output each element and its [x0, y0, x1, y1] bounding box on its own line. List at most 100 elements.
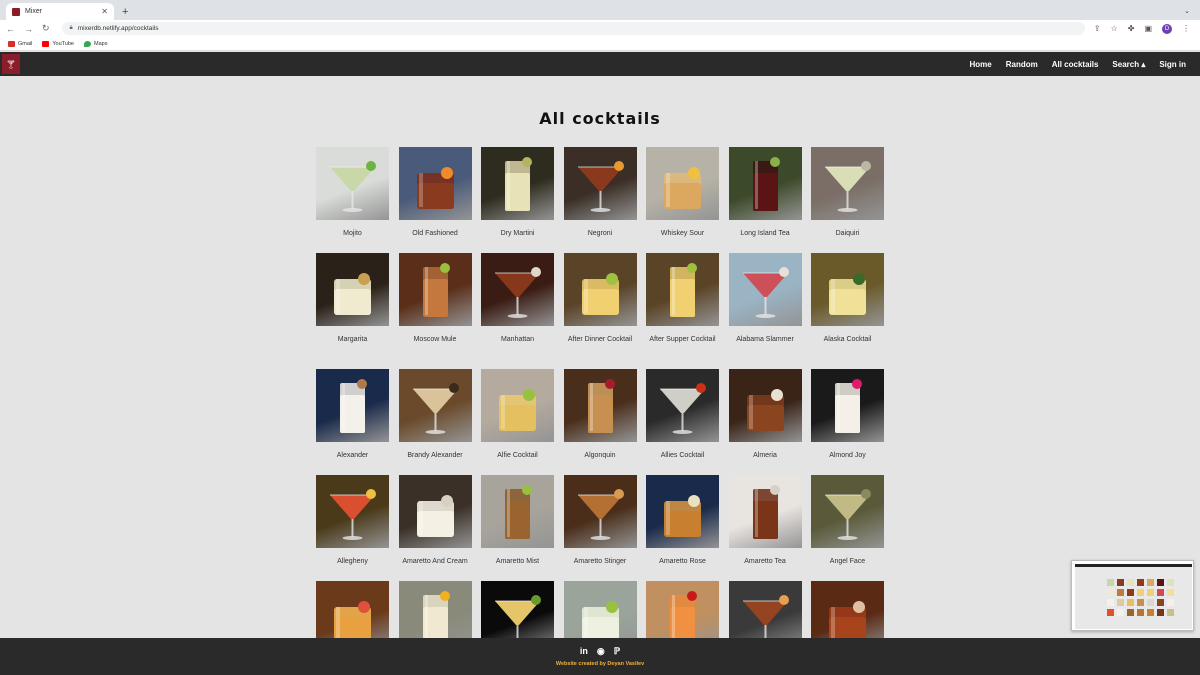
cocktail-thumbnail[interactable] [316, 369, 389, 442]
cocktail-name[interactable]: Angel Face [808, 557, 888, 566]
cocktail-name[interactable]: Amaretto Rose [643, 557, 723, 566]
cocktail-name[interactable]: Alfie Cocktail [478, 451, 558, 460]
cocktail-card[interactable]: Long Island Tea [728, 147, 802, 253]
cocktail-card[interactable]: Negroni [563, 147, 637, 253]
forward-arrow-icon[interactable]: → [24, 24, 33, 34]
cocktail-card[interactable] [316, 581, 389, 638]
cocktail-name[interactable]: Negroni [560, 229, 640, 238]
cocktail-thumbnail[interactable] [728, 581, 802, 638]
sidebar-toggle-icon[interactable]: ▣ [1144, 24, 1152, 33]
cocktail-thumbnail[interactable] [563, 147, 637, 220]
cocktail-card[interactable]: Margarita [316, 253, 389, 359]
cocktail-name[interactable]: Manhattan [478, 335, 558, 344]
cocktail-card[interactable]: Mojito [316, 147, 389, 253]
cocktail-card[interactable]: Alfie Cocktail [481, 369, 554, 475]
cocktail-thumbnail[interactable] [811, 369, 884, 442]
mixer-logo-icon[interactable]: 🍸︎ [2, 54, 20, 74]
cocktail-thumbnail[interactable] [398, 475, 472, 548]
cocktail-name[interactable]: Long Island Tea [725, 229, 805, 238]
cocktail-name[interactable]: Daiquiri [808, 229, 888, 238]
cocktail-thumbnail[interactable] [563, 475, 637, 548]
cocktail-card[interactable]: Alexander [316, 369, 389, 475]
cocktail-thumbnail[interactable] [811, 147, 884, 220]
linkedin-icon[interactable]: in [580, 646, 588, 657]
url-input[interactable]: 🔒︎ mixerdb.netlify.app/cocktails [61, 22, 1085, 35]
nav-search[interactable]: Search ▴ [1112, 60, 1145, 69]
cocktail-thumbnail[interactable] [646, 475, 719, 548]
cocktail-card[interactable]: Daiquiri [811, 147, 884, 253]
nav-all-cocktails[interactable]: All cocktails [1052, 60, 1099, 69]
cocktail-thumbnail[interactable] [398, 253, 472, 326]
cocktail-thumbnail[interactable] [563, 581, 637, 638]
portfolio-icon[interactable]: ℙ [614, 646, 620, 657]
cocktail-thumbnail[interactable] [316, 253, 389, 326]
share-icon[interactable]: ⇪ [1094, 24, 1101, 33]
cocktail-thumbnail[interactable] [481, 581, 554, 638]
cocktail-card[interactable]: Whiskey Sour [646, 147, 719, 253]
cocktail-name[interactable]: Alabama Slammer [725, 335, 805, 344]
cocktail-card[interactable]: Alaska Cocktail [811, 253, 884, 359]
cocktail-card[interactable]: Amaretto Rose [646, 475, 719, 581]
cocktail-name[interactable]: Brandy Alexander [395, 451, 475, 460]
browser-tab[interactable]: Mixer ✕ [6, 3, 114, 20]
cocktail-name[interactable]: Algonquin [560, 451, 640, 460]
cocktail-thumbnail[interactable] [316, 475, 389, 548]
profile-avatar[interactable]: D [1162, 23, 1172, 34]
nav-sign-in[interactable]: Sign in [1159, 60, 1186, 69]
nav-random[interactable]: Random [1006, 60, 1038, 69]
cocktail-card[interactable]: Amaretto Mist [481, 475, 554, 581]
cocktail-card[interactable]: Angel Face [811, 475, 884, 581]
cocktail-name[interactable]: After Dinner Cocktail [560, 335, 640, 344]
cocktail-name[interactable]: Dry Martini [478, 229, 558, 238]
reload-icon[interactable]: ↻ [42, 23, 50, 34]
github-icon[interactable]: ◉ [597, 646, 605, 657]
cocktail-card[interactable]: Old Fashioned [398, 147, 472, 253]
cocktail-name[interactable]: Moscow Mule [395, 335, 475, 344]
cocktail-thumbnail[interactable] [646, 369, 719, 442]
cocktail-name[interactable]: Amaretto Tea [725, 557, 805, 566]
cocktail-card[interactable]: Allies Cocktail [646, 369, 719, 475]
close-tab-icon[interactable]: ✕ [101, 7, 108, 16]
cocktail-card[interactable]: Algonquin [563, 369, 637, 475]
cocktail-card[interactable]: Dry Martini [481, 147, 554, 253]
cocktail-card[interactable] [646, 581, 719, 638]
cocktail-thumbnail[interactable] [728, 369, 802, 442]
cocktail-thumbnail[interactable] [646, 147, 719, 220]
cocktail-thumbnail[interactable] [811, 475, 884, 548]
tab-search-chevron-icon[interactable]: ⌄ [1184, 7, 1190, 15]
bookmark-gmail[interactable]: Gmail [8, 40, 32, 47]
cocktail-name[interactable]: Whiskey Sour [643, 229, 723, 238]
cocktail-card[interactable] [811, 581, 884, 638]
cocktail-card[interactable]: Brandy Alexander [398, 369, 472, 475]
cocktail-card[interactable]: Manhattan [481, 253, 554, 359]
cocktail-thumbnail[interactable] [563, 369, 637, 442]
extensions-puzzle-icon[interactable]: ✤ [1128, 24, 1135, 33]
cocktail-card[interactable] [728, 581, 802, 638]
cocktail-thumbnail[interactable] [481, 147, 554, 220]
bookmark-star-icon[interactable]: ☆ [1111, 24, 1118, 33]
cocktail-card[interactable]: Allegheny [316, 475, 389, 581]
cocktail-name[interactable]: Allegheny [313, 557, 393, 566]
back-arrow-icon[interactable]: ← [6, 24, 15, 34]
bookmark-maps[interactable]: Maps [84, 40, 107, 47]
cocktail-card[interactable]: Amaretto And Cream [398, 475, 472, 581]
cocktail-card[interactable]: Alabama Slammer [728, 253, 802, 359]
cocktail-name[interactable]: Amaretto And Cream [395, 557, 475, 566]
cocktail-name[interactable]: Alaska Cocktail [808, 335, 888, 344]
cocktail-card[interactable]: Almond Joy [811, 369, 884, 475]
window-preview-thumbnail[interactable] [1071, 560, 1194, 631]
cocktail-card[interactable] [481, 581, 554, 638]
cocktail-thumbnail[interactable] [811, 253, 884, 326]
browser-menu-icon[interactable]: ⋮ [1182, 24, 1190, 33]
cocktail-name[interactable]: Almond Joy [808, 451, 888, 460]
cocktail-thumbnail[interactable] [563, 253, 637, 326]
cocktail-card[interactable]: After Supper Cocktail [646, 253, 719, 369]
cocktail-name[interactable]: After Supper Cocktail [643, 335, 723, 344]
cocktail-thumbnail[interactable] [646, 581, 719, 638]
cocktail-name[interactable]: Margarita [313, 335, 393, 344]
bookmark-youtube[interactable]: YouTube [42, 40, 74, 47]
cocktail-thumbnail[interactable] [811, 581, 884, 638]
cocktail-card[interactable] [398, 581, 472, 638]
cocktail-thumbnail[interactable] [398, 369, 472, 442]
cocktail-thumbnail[interactable] [481, 369, 554, 442]
